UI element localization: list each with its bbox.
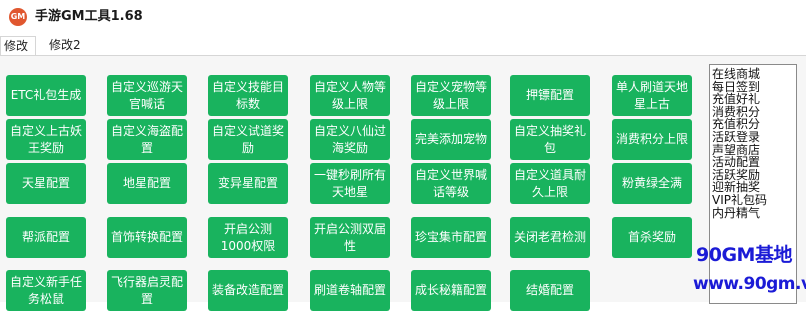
config-button[interactable]: 押镖配置 [510,75,590,116]
list-item[interactable]: 活跃登录 [712,131,794,144]
config-button[interactable]: 关闭老君检测 [510,217,590,258]
config-button[interactable]: 消费积分上限 [612,119,692,160]
config-button[interactable]: 飞行器启灵配置 [107,270,187,311]
config-button[interactable]: 首杀奖励 [612,217,692,258]
config-button[interactable]: 自定义新手任务松鼠 [6,270,86,311]
title-bar: GM 手游GM工具1.68 [0,0,806,34]
config-button[interactable]: 天星配置 [6,163,86,204]
config-button[interactable]: 自定义抽奖礼包 [510,119,590,160]
config-button[interactable]: 开启公测双届性 [310,217,390,258]
config-button[interactable]: 装备改造配置 [208,270,288,311]
tab-modify-2[interactable]: 修改2 [46,36,86,56]
config-button[interactable]: 首饰转换配置 [107,217,187,258]
window-title: 手游GM工具1.68 [35,9,143,24]
tab-modify-1[interactable]: 修改1 [0,36,36,71]
config-button[interactable]: 成长秘籍配置 [411,270,491,311]
config-button[interactable]: 开启公测1000权限 [208,217,288,258]
watermark-url: www.90gm.vip [693,274,806,294]
config-button[interactable]: 刷道卷轴配置 [310,270,390,311]
config-button[interactable]: 自定义海盗配置 [107,119,187,160]
config-button[interactable]: 一键秒刷所有天地星 [310,163,390,204]
app-logo-icon: GM [9,8,27,26]
config-button[interactable]: 结婚配置 [510,270,590,311]
list-item[interactable]: 充值好礼 [712,93,794,106]
config-button[interactable]: 自定义试道奖励 [208,119,288,160]
list-item[interactable]: VIP礼包码 [712,194,794,207]
config-button[interactable]: 自定义道具耐久上限 [510,163,590,204]
config-button[interactable]: 帮派配置 [6,217,86,258]
list-item[interactable]: 内丹精气 [712,206,794,220]
config-button[interactable]: 自定义上古妖王奖励 [6,119,86,160]
config-button[interactable]: 自定义人物等级上限 [310,75,390,116]
config-button[interactable]: 单人刷道天地星上古 [612,75,692,116]
config-button[interactable]: 粉黄绿全满 [612,163,692,204]
config-button[interactable]: 变异星配置 [208,163,288,204]
config-button[interactable]: 自定义八仙过海奖励 [310,119,390,160]
config-button[interactable]: 自定义巡游天官喊话 [107,75,187,116]
config-button[interactable]: 自定义宠物等级上限 [411,75,491,116]
config-button[interactable]: 珍宝集市配置 [411,217,491,258]
feature-listbox[interactable]: 在线商城 每日签到 充值好礼 消费积分 充值积分 活跃登录 声望商店 活动配置 … [709,64,797,304]
config-button[interactable]: 自定义技能目标数 [208,75,288,116]
list-item[interactable]: 活动配置 [712,156,794,169]
list-item[interactable]: 在线商城 [712,68,794,81]
config-button[interactable]: 完美添加宠物 [411,119,491,160]
config-button[interactable]: 地星配置 [107,163,187,204]
config-button[interactable]: 自定义世界喊话等级 [411,163,491,204]
config-button[interactable]: ETC礼包生成 [6,75,86,116]
watermark-title: 90GM基地 [696,244,792,266]
